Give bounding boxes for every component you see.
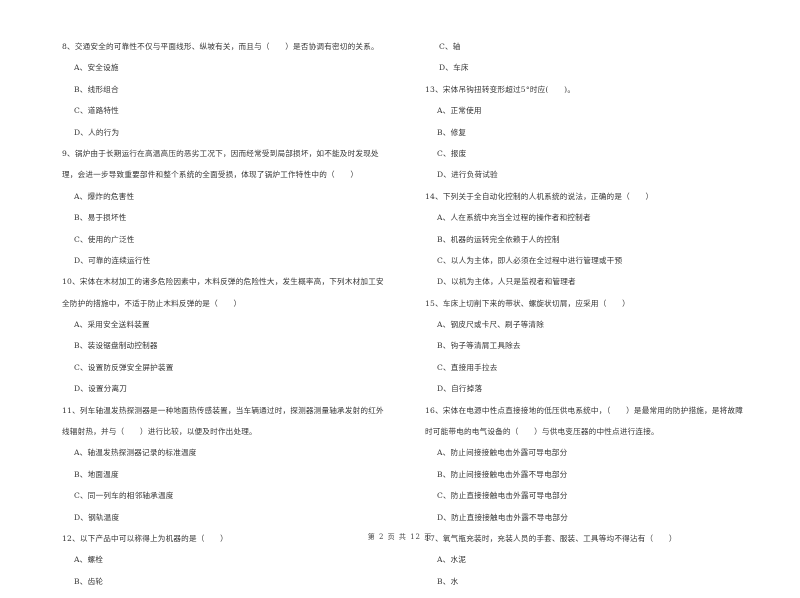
option-b: B、装设锯盘制动控制器 — [74, 341, 158, 351]
right-column: C、轴 D、车床 13、宋体吊钩扭转变形超过5°时应( )。 A、正常使用 B、… — [425, 42, 780, 598]
question-stem: 16、宋体在电源中性点直接接地的低压供电系统中，（ ）是最常用的防护措施，是将故… — [425, 405, 744, 415]
option-d: D、自行掉落 — [437, 384, 483, 394]
question-9: 9、锅炉由于长期运行在高温高压的恶劣工况下，因而经常受到局部损坏，如不能及时发现… — [62, 149, 412, 266]
question-stem: 15、车床上切削下来的带状、螺旋状切屑，应采用（ ） — [425, 298, 630, 308]
option-b: B、防止间接接触电击外露不导电部分 — [437, 469, 568, 479]
question-stem-cont: 理，会进一步导致重要部件和整个系统的全面受损，体现了锅炉工作特性中的（ ） — [62, 170, 359, 180]
option-d: D、可靠的连续运行性 — [74, 255, 151, 265]
option-b: B、地面温度 — [74, 469, 119, 479]
question-stem: 14、下列关于全自动化控制的人机系统的说法，正确的是（ ） — [425, 191, 654, 201]
option-c: C、报废 — [437, 148, 467, 158]
question-stem: 10、宋体在木材加工的诸多危险因素中，木料反弹的危险性大，发生概率高，下列木材加… — [62, 277, 384, 287]
option-b: B、修复 — [437, 127, 467, 137]
option-c: C、防止直接接触电击外露可导电部分 — [437, 491, 568, 501]
option-a: A、采用安全送料装置 — [74, 320, 150, 330]
question-10: 10、宋体在木材加工的诸多危险因素中，木料反弹的危险性大，发生概率高，下列木材加… — [62, 277, 412, 394]
option-a: A、爆炸的危害性 — [74, 191, 135, 201]
option-b: B、机器的运转完全依赖于人的控制 — [437, 234, 560, 244]
option-a: A、安全设施 — [74, 63, 119, 73]
option-a: A、防止间接接触电击外露可导电部分 — [437, 448, 568, 458]
exam-page: 8、交通安全的可靠性不仅与平面线形、纵坡有关，而且与（ ）是否协调有密切的关系。… — [0, 0, 800, 586]
option-a: A、正常使用 — [437, 106, 482, 116]
option-a: A、螺栓 — [74, 555, 104, 565]
option-d: D、进行负荷试验 — [437, 170, 498, 180]
option-b: B、线形组合 — [74, 84, 119, 94]
option-b: B、易于损坏性 — [74, 213, 127, 223]
page-indicator: 第 2 页 共 12 页 — [367, 533, 433, 541]
option-d: D、人的行为 — [74, 127, 120, 137]
option-c: C、设置防反弹安全屏护装置 — [74, 362, 174, 372]
question-stem: 13、宋体吊钩扭转变形超过5°时应( )。 — [425, 84, 576, 94]
option-d: D、车床 — [439, 63, 469, 73]
option-b: B、水 — [437, 576, 459, 586]
question-13: 13、宋体吊钩扭转变形超过5°时应( )。 A、正常使用 B、修复 C、报废 D… — [425, 85, 780, 181]
question-12-continued: C、轴 D、车床 — [425, 42, 780, 73]
option-c: C、同一列车的相邻轴承温度 — [74, 491, 174, 501]
option-c: C、以人为主体，即人必须在全过程中进行管理或干预 — [437, 255, 623, 265]
option-a: A、水泥 — [437, 555, 467, 565]
question-11: 11、列车轴温发热探测器是一种地面热传感装置，当车辆通过时，探测器测量轴承发射的… — [62, 406, 412, 523]
question-16: 16、宋体在电源中性点直接接地的低压供电系统中，（ ）是最常用的防护措施，是将故… — [425, 406, 780, 523]
option-c: C、轴 — [439, 42, 461, 51]
option-d: D、钢轨温度 — [74, 512, 120, 522]
option-b: B、齿轮 — [74, 576, 104, 586]
left-column: 8、交通安全的可靠性不仅与平面线形、纵坡有关，而且与（ ）是否协调有密切的关系。… — [62, 42, 412, 598]
option-a: A、钢皮尺或卡尺、刷子等清除 — [437, 320, 545, 330]
question-15: 15、车床上切削下来的带状、螺旋状切屑，应采用（ ） A、钢皮尺或卡尺、刷子等清… — [425, 299, 780, 395]
question-stem: 9、锅炉由于长期运行在高温高压的恶劣工况下，因而经常受到局部损坏，如不能及时发现… — [62, 148, 379, 158]
question-stem: 8、交通安全的可靠性不仅与平面线形、纵坡有关，而且与（ ）是否协调有密切的关系。 — [62, 42, 379, 51]
option-d: D、防止直接接触电击外露不导电部分 — [437, 512, 568, 522]
question-stem: 11、列车轴温发热探测器是一种地面热传感装置，当车辆通过时，探测器测量轴承发射的… — [62, 405, 384, 415]
option-c: C、使用的广泛性 — [74, 234, 135, 244]
question-8: 8、交通安全的可靠性不仅与平面线形、纵坡有关，而且与（ ）是否协调有密切的关系。… — [62, 42, 412, 138]
option-d: D、以机为主体，人只是监视者和管理者 — [437, 277, 576, 287]
option-c: C、直接用手拉去 — [437, 362, 498, 372]
option-a: A、轴温发热探测器记录的标准温度 — [74, 448, 197, 458]
question-stem-cont: 全防护的措施中，不适于防止木料反弹的是（ ） — [62, 298, 242, 308]
question-stem-cont: 线辐射热，并与（ ）进行比较，以便及时作出处理。 — [62, 427, 257, 437]
option-a: A、人在系统中充当全过程的操作者和控制者 — [437, 213, 591, 223]
question-14: 14、下列关于全自动化控制的人机系统的说法，正确的是（ ） A、人在系统中充当全… — [425, 192, 780, 288]
option-b: B、钩子等清屑工具除去 — [437, 341, 521, 351]
option-c: C、道路特性 — [74, 106, 119, 116]
question-stem-cont: 时可能带电的电气设备的（ ）与供电变压器的中性点进行连接。 — [425, 427, 659, 437]
option-d: D、设置分离刀 — [74, 384, 128, 394]
